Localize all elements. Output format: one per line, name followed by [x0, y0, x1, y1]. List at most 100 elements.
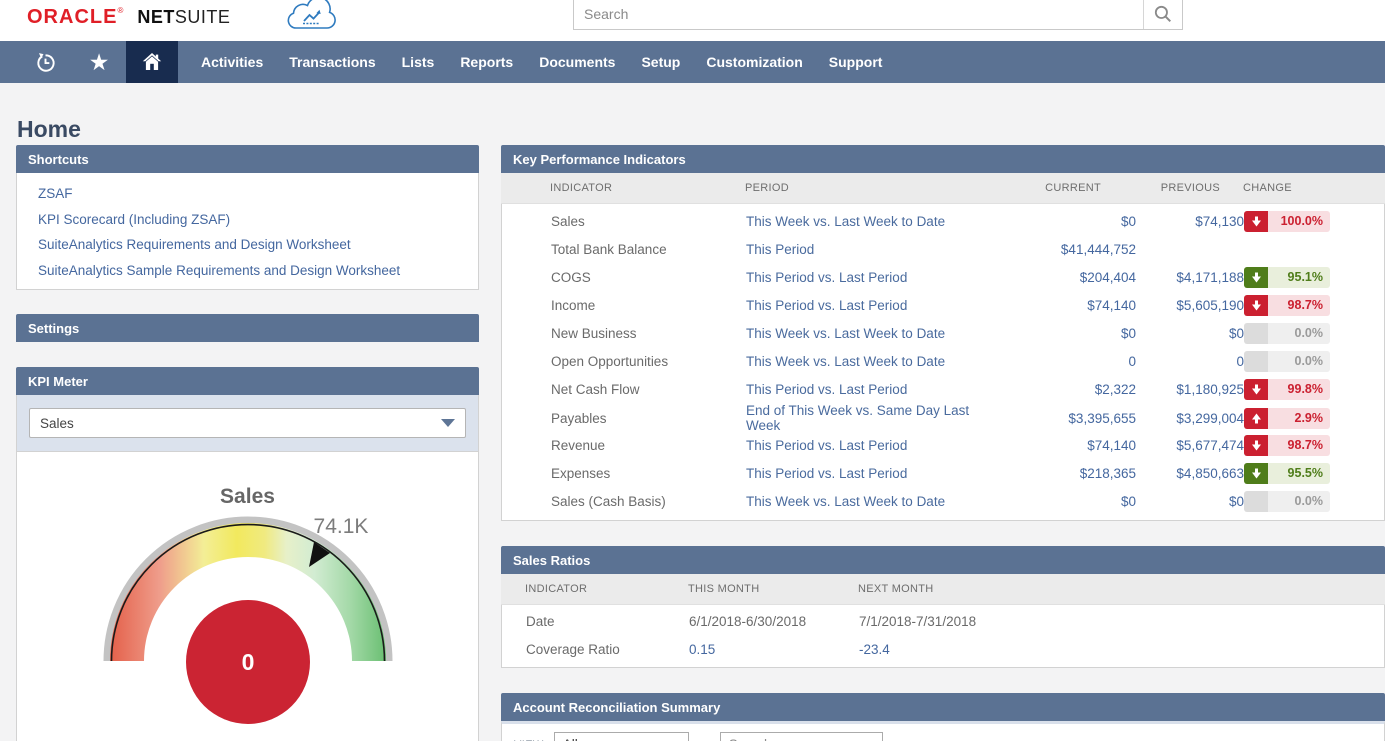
shortcut-link-suiteanalytics-sample[interactable]: SuiteAnalytics Sample Requirements and D… — [38, 258, 468, 284]
kpi-current-value[interactable]: $0 — [986, 326, 1136, 341]
recent-records-history-icon[interactable] — [18, 41, 72, 83]
home-icon — [140, 50, 164, 74]
col-change: CHANGE — [1243, 182, 1362, 194]
kpi-previous-value[interactable]: $5,605,190 — [1136, 298, 1244, 313]
shortcuts-portlet: Shortcuts ZSAF KPI Scorecard (Including … — [16, 145, 479, 290]
nav-item-support[interactable]: Support — [816, 41, 896, 83]
global-search — [573, 0, 1183, 30]
kpi-current-value[interactable]: $218,365 — [986, 466, 1136, 481]
kpi-previous-value[interactable]: $5,677,474 — [1136, 438, 1244, 453]
kpi-previous-value[interactable]: $4,171,188 — [1136, 270, 1244, 285]
settings-portlet: Settings — [16, 314, 479, 342]
kpi-current-value[interactable]: $74,140 — [986, 438, 1136, 453]
kpi-previous-value[interactable]: $1,180,925 — [1136, 382, 1244, 397]
sales-ratios-header[interactable]: Sales Ratios — [501, 546, 1385, 574]
change-badge: 0.0% — [1244, 351, 1330, 372]
home-tab[interactable] — [126, 41, 178, 83]
kpi-row-open-opportunities: Open Opportunities This Week vs. Last We… — [502, 347, 1384, 375]
settings-header[interactable]: Settings — [16, 314, 479, 342]
nav-item-lists[interactable]: Lists — [389, 41, 448, 83]
kpi-meter-header[interactable]: KPI Meter — [16, 367, 479, 395]
kpi-period-link[interactable]: This Week vs. Last Week to Date — [746, 354, 986, 369]
kpi-period-link[interactable]: This Week vs. Last Week to Date — [746, 494, 986, 509]
kpi-current-value[interactable]: $74,140 — [986, 298, 1136, 313]
change-percent: 100.0% — [1268, 211, 1330, 232]
gauge-title: Sales — [17, 485, 478, 509]
kpi-row-cogs: COGS This Period vs. Last Period $204,40… — [502, 263, 1384, 291]
right-column: Key Performance Indicators INDICATOR PER… — [501, 145, 1385, 741]
kpi-select-dropdown[interactable]: Sales — [29, 408, 466, 438]
netsuite-cloud-chart-icon — [283, 0, 341, 41]
kpi-meter-portlet: KPI Meter Sales Sales — [16, 367, 479, 741]
change-percent: 0.0% — [1268, 491, 1330, 512]
col-period: PERIOD — [745, 182, 985, 194]
kpi-current-value[interactable]: $3,395,655 — [986, 411, 1136, 426]
shortcut-link-suiteanalytics-req[interactable]: SuiteAnalytics Requirements and Design W… — [38, 232, 468, 258]
trend-arrow-icon — [1244, 323, 1268, 344]
kpi-period-link[interactable]: This Period vs. Last Period — [746, 270, 986, 285]
oracle-netsuite-logo: ORACLE®NETSUITE — [27, 6, 230, 29]
nav-menu: Activities Transactions Lists Reports Do… — [188, 41, 895, 83]
change-percent: 98.7% — [1268, 295, 1330, 316]
ratio-next-month-link[interactable]: -23.4 — [859, 642, 1384, 657]
kpi-row-new-business: New Business This Week vs. Last Week to … — [502, 319, 1384, 347]
global-search-input[interactable] — [574, 6, 1143, 22]
trend-arrow-icon — [1244, 351, 1268, 372]
kpi-period-link[interactable]: End of This Week vs. Same Day Last Week — [746, 403, 986, 433]
nav-item-documents[interactable]: Documents — [526, 41, 628, 83]
kpi-indicator: Open Opportunities — [551, 354, 746, 369]
kpi-period-link[interactable]: This Period — [746, 242, 986, 257]
trend-arrow-icon — [1244, 463, 1268, 484]
kpi-previous-value[interactable]: 0 — [1136, 354, 1244, 369]
kpi-previous-value[interactable]: $3,299,004 — [1136, 411, 1244, 426]
kpi-current-value[interactable]: 0 — [986, 354, 1136, 369]
kpi-previous-value[interactable]: $0 — [1136, 326, 1244, 341]
account-reconciliation-header[interactable]: Account Reconciliation Summary — [501, 693, 1385, 721]
trend-arrow-icon — [1244, 408, 1268, 429]
sales-ratios-portlet: Sales Ratios INDICATOR THIS MONTH NEXT M… — [501, 546, 1385, 668]
kpi-period-link[interactable]: This Period vs. Last Period — [746, 438, 986, 453]
reconciliation-search-input[interactable] — [720, 732, 883, 741]
nav-item-reports[interactable]: Reports — [447, 41, 526, 83]
nav-item-customization[interactable]: Customization — [693, 41, 815, 83]
kpi-period-link[interactable]: This Week vs. Last Week to Date — [746, 326, 986, 341]
kpi-row-revenue: Revenue This Period vs. Last Period $74,… — [502, 431, 1384, 459]
kpi-previous-value[interactable]: $0 — [1136, 494, 1244, 509]
netsuite-home-screen: ORACLE®NETSUITE — [0, 0, 1385, 741]
kpi-current-value[interactable]: $2,322 — [986, 382, 1136, 397]
col-indicator: INDICATOR — [550, 182, 745, 194]
account-reconciliation-portlet: Account Reconciliation Summary VIEW All — [501, 693, 1385, 741]
trend-arrow-icon — [1244, 267, 1268, 288]
nav-item-activities[interactable]: Activities — [188, 41, 276, 83]
trend-arrow-icon — [1244, 211, 1268, 232]
kpi-current-value[interactable]: $0 — [986, 214, 1136, 229]
kpi-row-total-bank-balance: Total Bank Balance This Period $41,444,7… — [502, 235, 1384, 263]
kpi-previous-value[interactable]: $4,850,663 — [1136, 466, 1244, 481]
change-percent: 99.8% — [1268, 379, 1330, 400]
kpi-period-link[interactable]: This Period vs. Last Period — [746, 298, 986, 313]
shortcuts-header[interactable]: Shortcuts — [16, 145, 479, 173]
nav-item-setup[interactable]: Setup — [628, 41, 693, 83]
kpi-period-link[interactable]: This Period vs. Last Period — [746, 382, 986, 397]
kpi-portlet-header[interactable]: Key Performance Indicators — [501, 145, 1385, 173]
kpi-period-link[interactable]: This Period vs. Last Period — [746, 466, 986, 481]
trend-arrow-icon — [1244, 295, 1268, 316]
nav-item-transactions[interactable]: Transactions — [276, 41, 388, 83]
change-badge: 95.1% — [1244, 267, 1330, 288]
kpi-current-value[interactable]: $204,404 — [986, 270, 1136, 285]
kpi-current-value[interactable]: $41,444,752 — [986, 242, 1136, 257]
kpi-period-link[interactable]: This Week vs. Last Week to Date — [746, 214, 986, 229]
chevron-down-icon — [441, 419, 455, 427]
search-icon[interactable] — [1144, 4, 1182, 24]
shortcut-link-kpi-scorecard[interactable]: KPI Scorecard (Including ZSAF) — [38, 207, 468, 233]
kpi-previous-value[interactable]: $74,130 — [1136, 214, 1244, 229]
shortcut-link-zsaf[interactable]: ZSAF — [38, 181, 468, 207]
kpi-column-headers: INDICATOR PERIOD CURRENT PREVIOUS CHANGE — [501, 173, 1385, 204]
ratio-this-month-link[interactable]: 0.15 — [689, 642, 859, 657]
kpi-indicator: Sales — [551, 214, 746, 229]
view-select-dropdown[interactable]: All — [554, 732, 689, 741]
kpi-current-value[interactable]: $0 — [986, 494, 1136, 509]
favorites-star-icon[interactable]: ★ — [72, 41, 126, 83]
shortcuts-body: ZSAF KPI Scorecard (Including ZSAF) Suit… — [16, 173, 479, 290]
kpi-table: Sales This Week vs. Last Week to Date $0… — [501, 204, 1385, 521]
